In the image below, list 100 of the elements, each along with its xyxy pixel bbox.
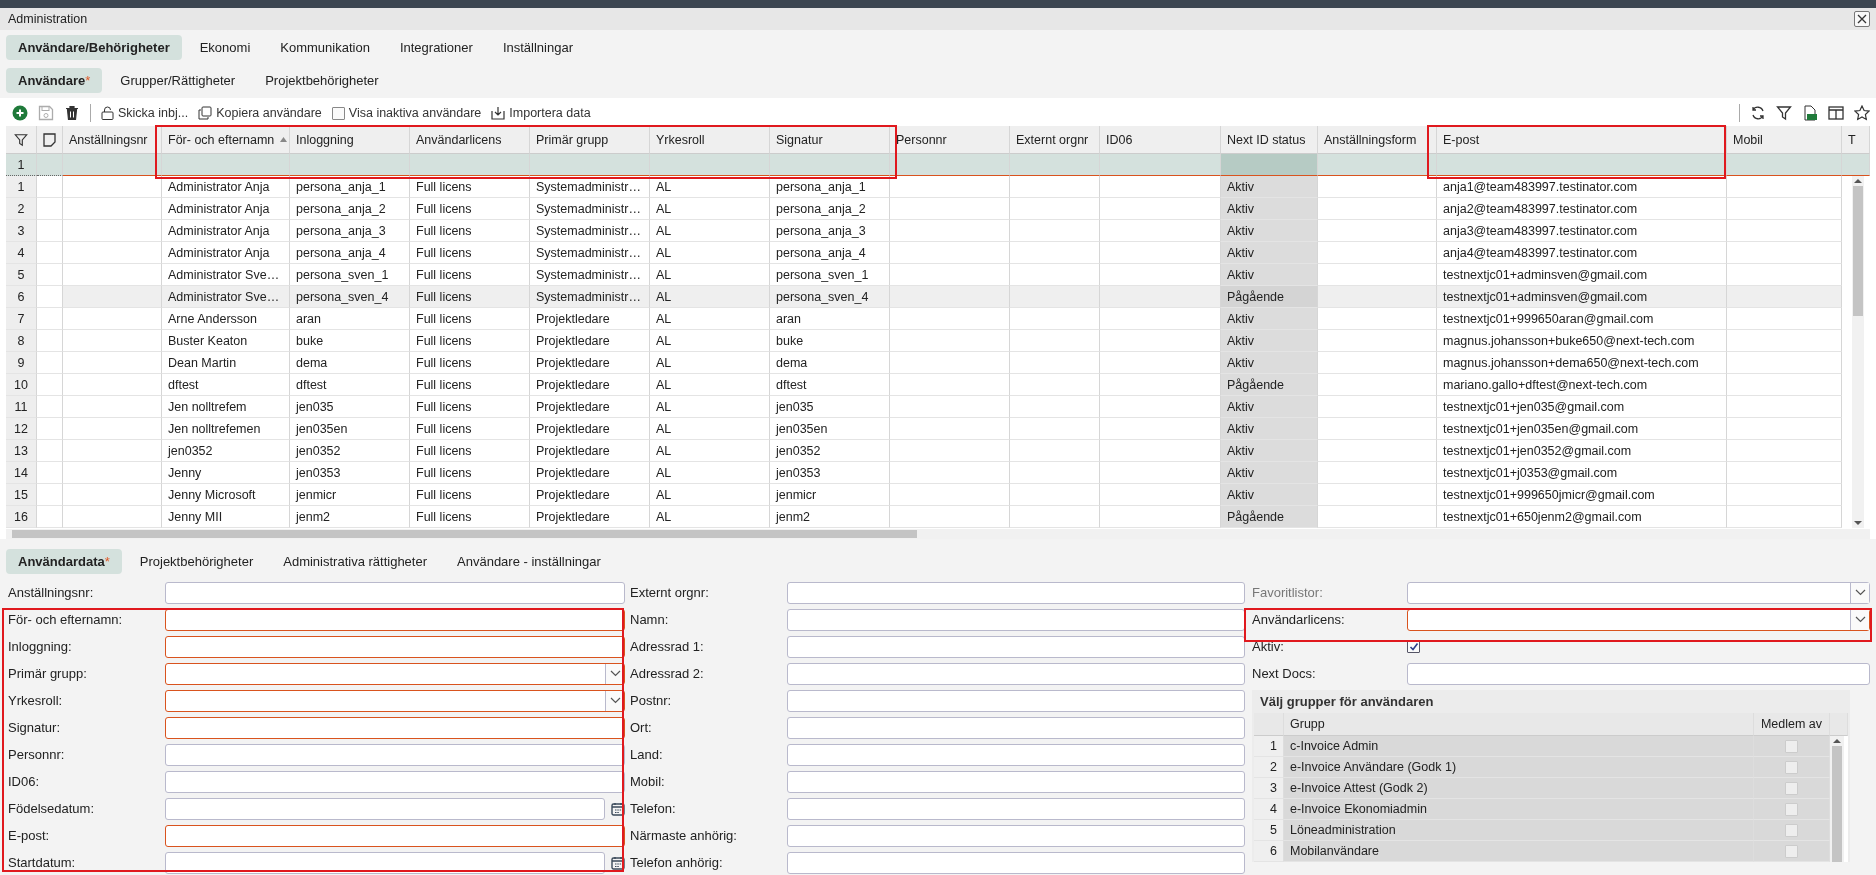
- text-field[interactable]: [165, 743, 625, 766]
- text-field[interactable]: [165, 770, 625, 793]
- vertical-scrollbar[interactable]: [1852, 176, 1864, 528]
- calendar-icon[interactable]: [611, 855, 625, 870]
- text-field[interactable]: [787, 662, 1245, 685]
- excel-export-icon[interactable]: [1802, 105, 1818, 121]
- tab[interactable]: Användare/Behörigheter: [6, 34, 182, 60]
- text-field[interactable]: [165, 608, 625, 631]
- text-field[interactable]: [787, 716, 1245, 739]
- add-icon[interactable]: [12, 105, 28, 121]
- table-cell: c-Invoice Admin: [1284, 736, 1754, 757]
- text-field[interactable]: [787, 689, 1245, 712]
- date-field[interactable]: [165, 851, 605, 874]
- close-button[interactable]: [1854, 11, 1870, 27]
- column-header[interactable]: T: [1842, 126, 1870, 154]
- tab[interactable]: Administrativa rättigheter: [271, 548, 439, 574]
- refresh-icon[interactable]: [1750, 105, 1766, 121]
- tab[interactable]: Kommunikation: [268, 34, 382, 60]
- filter-field[interactable]: [1100, 154, 1221, 176]
- dropdown-field[interactable]: [165, 662, 625, 685]
- send-invite-button[interactable]: Skicka inbj...: [101, 106, 189, 120]
- tab[interactable]: Projektbehörigheter: [127, 548, 266, 574]
- vertical-scrollbar[interactable]: [1830, 736, 1844, 862]
- text-field[interactable]: [787, 851, 1245, 874]
- filter-field[interactable]: [1318, 154, 1437, 176]
- tab[interactable]: Ekonomi: [187, 34, 263, 60]
- filter-field[interactable]: [1842, 154, 1870, 176]
- column-header[interactable]: Externt orgnr: [1010, 126, 1100, 154]
- column-header[interactable]: Yrkesroll: [650, 126, 770, 154]
- filter-field[interactable]: [290, 154, 410, 176]
- column-header[interactable]: Medlem av: [1754, 713, 1830, 736]
- text-field[interactable]: [787, 635, 1245, 658]
- filter-field[interactable]: [1010, 154, 1100, 176]
- filter-icon[interactable]: [14, 132, 28, 147]
- table-cell: Full licens: [410, 440, 530, 462]
- text-field[interactable]: [787, 824, 1245, 847]
- text-field[interactable]: [787, 581, 1245, 604]
- scroll-up-icon[interactable]: [1833, 736, 1841, 746]
- scroll-up-icon[interactable]: [1854, 176, 1862, 186]
- filter-field[interactable]: [1437, 154, 1727, 176]
- text-field[interactable]: [787, 797, 1245, 820]
- text-field[interactable]: [1407, 662, 1870, 685]
- row-number: 16: [6, 506, 37, 528]
- column-header[interactable]: ID06: [1100, 126, 1221, 154]
- text-field[interactable]: [165, 716, 625, 739]
- note-icon: [43, 132, 56, 147]
- column-header[interactable]: Inloggning: [290, 126, 410, 154]
- checkbox[interactable]: [331, 106, 345, 120]
- filter-field[interactable]: [410, 154, 530, 176]
- column-header[interactable]: Personnr: [890, 126, 1010, 154]
- text-field[interactable]: [787, 743, 1245, 766]
- import-icon: [491, 106, 506, 120]
- column-header[interactable]: Användarlicens: [410, 126, 530, 154]
- text-field[interactable]: [787, 770, 1245, 793]
- column-header[interactable]: Primär grupp: [530, 126, 650, 154]
- table-cell: buke: [290, 330, 410, 352]
- tab[interactable]: Projektbehörigheter: [253, 67, 391, 93]
- tab[interactable]: Grupper/Rättigheter: [108, 67, 248, 93]
- import-data-button[interactable]: Importera data: [491, 106, 591, 120]
- filter-field[interactable]: [650, 154, 770, 176]
- filter-icon[interactable]: [1776, 105, 1792, 121]
- column-header[interactable]: E-post: [1437, 126, 1727, 154]
- filter-field[interactable]: [1727, 154, 1842, 176]
- column-header[interactable]: Mobil: [1727, 126, 1842, 154]
- calendar-icon[interactable]: [611, 801, 625, 816]
- column-header[interactable]: Next ID status: [1221, 126, 1318, 154]
- table-cell: Aktiv: [1221, 330, 1318, 352]
- filter-field[interactable]: [770, 154, 890, 176]
- date-field[interactable]: [165, 797, 605, 820]
- filter-field[interactable]: [890, 154, 1010, 176]
- column-header[interactable]: Grupp: [1284, 713, 1754, 736]
- table-cell: [37, 440, 63, 462]
- table-cell: jen0353: [770, 462, 890, 484]
- text-field[interactable]: [165, 635, 625, 658]
- table-cell: Löneadministration: [1284, 820, 1754, 841]
- tab[interactable]: Inställningar: [490, 34, 585, 60]
- scroll-down-icon[interactable]: [1854, 518, 1862, 528]
- filter-field[interactable]: [1221, 154, 1318, 176]
- copy-user-button[interactable]: Kopiera användare: [198, 106, 322, 120]
- column-header[interactable]: Anställningsform: [1318, 126, 1437, 154]
- text-field[interactable]: [787, 608, 1245, 631]
- tab[interactable]: Användare*: [6, 67, 103, 93]
- filter-field[interactable]: [530, 154, 650, 176]
- text-field[interactable]: [165, 824, 625, 847]
- tab[interactable]: Integrationer: [387, 34, 485, 60]
- tab[interactable]: Användardata*: [6, 548, 122, 574]
- horizontal-scrollbar[interactable]: [6, 529, 1870, 539]
- dropdown-field[interactable]: [165, 689, 625, 712]
- text-field[interactable]: [165, 581, 625, 604]
- filter-field[interactable]: [162, 154, 290, 176]
- columns-icon[interactable]: [1828, 105, 1844, 121]
- dropdown-field[interactable]: [1407, 608, 1870, 631]
- column-header[interactable]: Signatur: [770, 126, 890, 154]
- filter-field[interactable]: [63, 154, 162, 176]
- tab[interactable]: Användare - inställningar: [445, 548, 613, 574]
- table-cell: dftest: [162, 374, 290, 396]
- star-icon[interactable]: [1854, 105, 1870, 121]
- trash-icon[interactable]: [64, 105, 80, 121]
- column-header[interactable]: Anställningsnr: [63, 126, 162, 154]
- column-header[interactable]: För- och efternamn: [162, 126, 290, 154]
